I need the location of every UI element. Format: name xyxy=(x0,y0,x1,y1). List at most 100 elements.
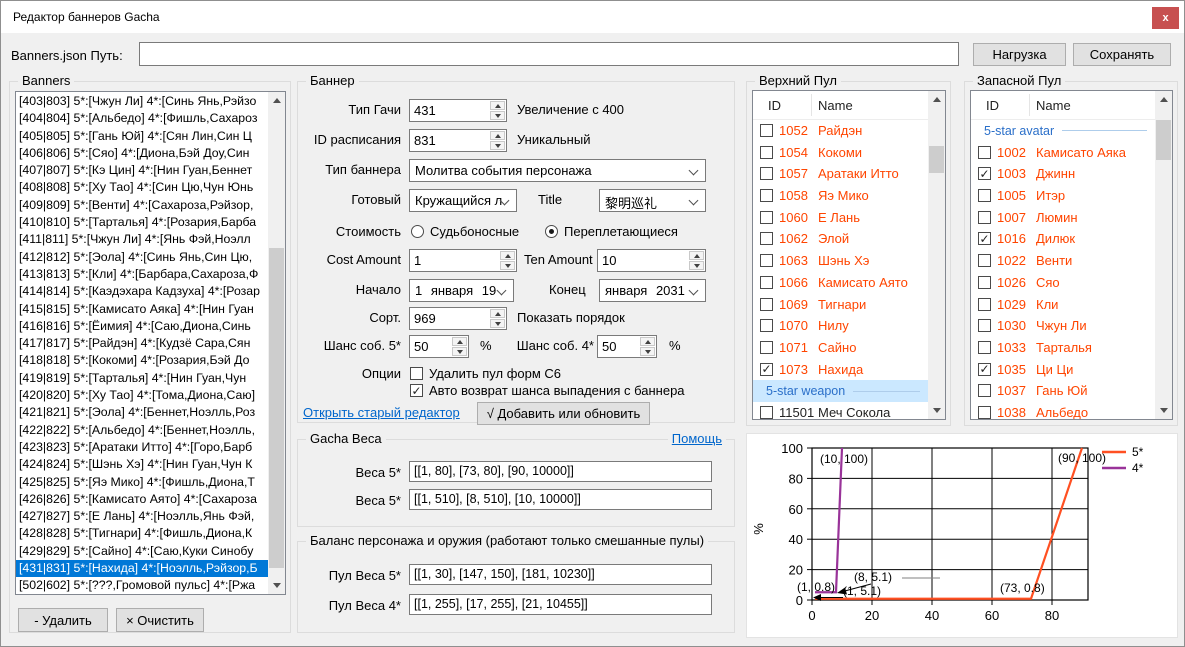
pool-row[interactable]: 11501Меч Сокола xyxy=(753,402,928,419)
banner-list-item[interactable]: [417|817] 5*:[Райдэн] 4*:[Кудзё Сара,Сян xyxy=(16,335,268,352)
banner-list-item[interactable]: [403|803] 5*:[Чжун Ли] 4*:[Синь Янь,Рэйз… xyxy=(16,93,268,110)
path-input[interactable] xyxy=(139,42,959,66)
pool-row[interactable]: 1060Е Лань xyxy=(753,207,928,229)
pool-row[interactable]: 1026Сяо xyxy=(971,272,1155,294)
pool-row[interactable]: 1052Райдэн xyxy=(753,120,928,142)
banners-scrollbar[interactable] xyxy=(268,92,285,594)
begin-date-combo[interactable]: 1 января 19 xyxy=(409,279,514,302)
pool-row[interactable]: 1057Аратаки Итто xyxy=(753,163,928,185)
pool-row[interactable]: 1054Кокоми xyxy=(753,142,928,164)
pool-row-checkbox[interactable] xyxy=(760,254,773,267)
banner-list-item[interactable]: [419|819] 5*:[Тарталья] 4*:[Нин Гуан,Чун xyxy=(16,370,268,387)
pool-row[interactable]: 1007Люмин xyxy=(971,207,1155,229)
pool-row[interactable]: 1016Дилюк xyxy=(971,228,1155,250)
banner-list-item[interactable]: [408|808] 5*:[Ху Тао] 4*:[Син Цю,Чун Юнь xyxy=(16,179,268,196)
pool-row-checkbox[interactable] xyxy=(760,319,773,332)
pool-row-checkbox[interactable] xyxy=(978,146,991,159)
banner-list-item[interactable]: [407|807] 5*:[Кэ Цин] 4*:[Нин Гуан,Бенне… xyxy=(16,162,268,179)
pool-row-checkbox[interactable] xyxy=(978,254,991,267)
pool-row[interactable]: 1058Яэ Мико xyxy=(753,185,928,207)
banner-list-item[interactable]: [405|805] 5*:[Гань Юй] 4*:[Сян Лин,Син Ц xyxy=(16,128,268,145)
scrollbar-thumb[interactable] xyxy=(929,146,944,173)
pool-row-checkbox[interactable] xyxy=(760,232,773,245)
title-combo[interactable]: 黎明巡礼 xyxy=(599,189,706,212)
banner-list-item[interactable]: [406|806] 5*:[Сяо] 4*:[Диона,Бэй Доу,Син xyxy=(16,145,268,162)
clear-banners-button[interactable]: × Очистить xyxy=(116,608,204,632)
pool-row[interactable]: 1002Камисато Аяка xyxy=(971,142,1155,164)
weight5a-input[interactable]: [[1, 80], [73, 80], [90, 10000]] xyxy=(409,461,712,482)
pool-row[interactable]: 1037Гань Юй xyxy=(971,380,1155,402)
auto-return-checkbox[interactable] xyxy=(410,384,423,397)
save-button[interactable]: Сохранять xyxy=(1073,43,1171,66)
cost-intertwined-radio[interactable] xyxy=(545,225,558,238)
close-button[interactable]: x xyxy=(1152,7,1179,29)
pool5-weight-input[interactable]: [[1, 30], [147, 150], [181, 10230]] xyxy=(409,564,712,585)
scrollbar-thumb[interactable] xyxy=(1156,120,1171,160)
pool-row[interactable]: 1066Камисато Аято xyxy=(753,272,928,294)
remove-pool-checkbox[interactable] xyxy=(410,367,423,380)
pool-row-checkbox[interactable] xyxy=(760,276,773,289)
pool4-weight-input[interactable]: [[1, 255], [17, 255], [21, 10455]] xyxy=(409,594,712,615)
banner-list-item[interactable]: [415|815] 5*:[Камисато Аяка] 4*:[Нин Гуа… xyxy=(16,301,268,318)
banner-list-item[interactable]: [425|825] 5*:[Яэ Мико] 4*:[Фишль,Диона,Т xyxy=(16,474,268,491)
spin-up-icon[interactable] xyxy=(452,337,467,346)
pool-row-checkbox[interactable] xyxy=(978,319,991,332)
banner-list-item[interactable]: [412|812] 5*:[Эола] 4*:[Синь Янь,Син Цю, xyxy=(16,249,268,266)
scroll-down-icon[interactable] xyxy=(1155,402,1172,419)
add-update-button[interactable]: √ Добавить или обновить xyxy=(477,402,650,425)
pool-row[interactable]: 1073Нахида xyxy=(753,359,928,381)
delete-banner-button[interactable]: - Удалить xyxy=(18,608,108,632)
pool-row-checkbox[interactable] xyxy=(978,384,991,397)
scroll-up-icon[interactable] xyxy=(1155,91,1172,108)
banners-listbox[interactable]: [403|803] 5*:[Чжун Ли] 4*:[Синь Янь,Рэйз… xyxy=(15,91,286,595)
spin-down-icon[interactable] xyxy=(500,261,515,270)
pool-row[interactable]: 1022Венти xyxy=(971,250,1155,272)
spin-up-icon[interactable] xyxy=(500,251,515,260)
spin-up-icon[interactable] xyxy=(490,309,505,318)
pool-row-checkbox[interactable] xyxy=(978,167,991,180)
banner-list-item[interactable]: [418|818] 5*:[Кокоми] 4*:[Розария,Бэй До xyxy=(16,352,268,369)
spin-up-icon[interactable] xyxy=(640,337,655,346)
chance5-spinner[interactable]: 50 xyxy=(409,335,469,358)
scroll-down-icon[interactable] xyxy=(928,402,945,419)
pool-row-checkbox[interactable] xyxy=(760,363,773,376)
banner-list-item[interactable]: [424|824] 5*:[Шэнь Хэ] 4*:[Нин Гуан,Чун … xyxy=(16,456,268,473)
reserve-pool-list[interactable]: ID Name 5-star avatar1002Камисато Аяка10… xyxy=(970,90,1173,420)
pool-row[interactable]: 1071Сайно xyxy=(753,337,928,359)
pool-row-checkbox[interactable] xyxy=(760,167,773,180)
spin-down-icon[interactable] xyxy=(490,111,505,120)
pool-row-checkbox[interactable] xyxy=(760,146,773,159)
pool-row-checkbox[interactable] xyxy=(978,341,991,354)
banner-list-item[interactable]: [404|804] 5*:[Альбедо] 4*:[Фишль,Сахароз xyxy=(16,110,268,127)
pool-row-checkbox[interactable] xyxy=(760,341,773,354)
schedule-id-spinner[interactable]: 831 xyxy=(409,129,507,152)
pool-row-checkbox[interactable] xyxy=(760,211,773,224)
gacha-type-spinner[interactable]: 431 xyxy=(409,99,507,122)
pool-row[interactable]: 1003Джинн xyxy=(971,163,1155,185)
banner-list-item[interactable]: [421|821] 5*:[Эола] 4*:[Беннет,Ноэлль,Ро… xyxy=(16,404,268,421)
upper-pool-scrollbar[interactable] xyxy=(928,91,945,419)
ten-amount-spinner[interactable]: 10 xyxy=(597,249,706,272)
end-date-combo[interactable]: января 2031 xyxy=(599,279,706,302)
banner-list-item[interactable]: [431|831] 5*:[Нахида] 4*:[Ноэлль,Рэйзор,… xyxy=(16,560,268,577)
spin-up-icon[interactable] xyxy=(490,101,505,110)
pool-row[interactable]: 1005Итэр xyxy=(971,185,1155,207)
spin-down-icon[interactable] xyxy=(452,347,467,356)
pool-row-checkbox[interactable] xyxy=(978,276,991,289)
pool-row[interactable]: 1038Альбедо xyxy=(971,402,1155,419)
banner-list-item[interactable]: [426|826] 5*:[Камисато Аято] 4*:[Сахароз… xyxy=(16,491,268,508)
spin-up-icon[interactable] xyxy=(689,251,704,260)
banner-list-item[interactable]: [428|828] 5*:[Тигнари] 4*:[Фишль,Диона,К xyxy=(16,525,268,542)
pool-row-checkbox[interactable] xyxy=(760,298,773,311)
help-link[interactable]: Помощь xyxy=(672,431,722,446)
pool-row-checkbox[interactable] xyxy=(978,363,991,376)
spin-down-icon[interactable] xyxy=(640,347,655,356)
cost-fate-radio[interactable] xyxy=(411,225,424,238)
pool-row-checkbox[interactable] xyxy=(978,189,991,202)
pool-row-checkbox[interactable] xyxy=(760,406,773,419)
pool-row[interactable]: 1062Элой xyxy=(753,228,928,250)
pool-row[interactable]: 1063Шэнь Хэ xyxy=(753,250,928,272)
pool-row[interactable]: 1029Кли xyxy=(971,294,1155,316)
scroll-down-icon[interactable] xyxy=(268,577,285,594)
prefab-combo[interactable]: Кружащийся л xyxy=(409,189,517,212)
